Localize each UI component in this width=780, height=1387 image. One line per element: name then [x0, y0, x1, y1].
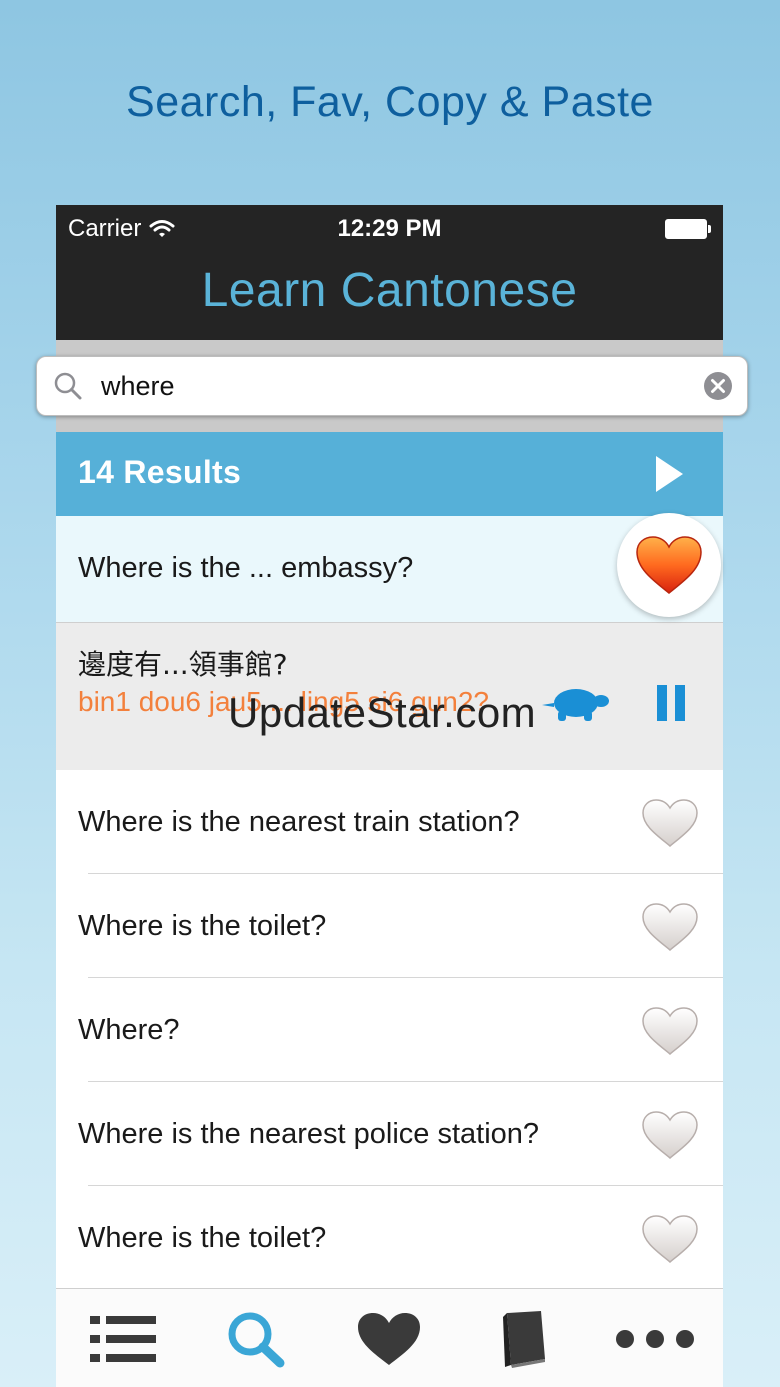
favorite-button[interactable]	[617, 513, 721, 617]
list-item[interactable]: Where is the nearest train station?	[56, 770, 723, 874]
tab-bar	[56, 1288, 723, 1387]
tab-more[interactable]	[588, 1289, 721, 1387]
play-all-button[interactable]	[656, 456, 683, 492]
list-item-text: Where is the ... embassy?	[78, 552, 414, 584]
watermark-text: UpdateStar.com	[228, 689, 537, 736]
heart-outline-icon[interactable]	[640, 797, 700, 849]
magnifier-icon	[54, 372, 82, 400]
results-bar: 14 Results	[56, 432, 723, 516]
list-icon	[89, 1315, 156, 1362]
list-item-detail[interactable]: 邊度有...領事館? bin1 dou6 jau5 ... ling5 si6 …	[56, 622, 723, 772]
results-count: 14 Results	[78, 454, 242, 490]
clear-search-icon[interactable]	[703, 371, 733, 401]
battery-icon	[665, 219, 711, 239]
pause-icon[interactable]	[657, 685, 687, 721]
tab-favorites[interactable]	[322, 1289, 455, 1387]
list-item-text: Where is the nearest police station?	[78, 1118, 540, 1150]
navigation-bar: Carrier 12:29 PM Learn Cantonese	[56, 205, 723, 340]
tab-search[interactable]	[189, 1289, 322, 1387]
search-bar	[36, 356, 748, 416]
heart-outline-icon[interactable]	[640, 901, 700, 953]
heart-outline-icon[interactable]	[640, 1109, 700, 1161]
list-item-text: Where is the toilet?	[78, 910, 327, 942]
book-icon	[502, 1310, 545, 1368]
headline: Search, Fav, Copy & Paste	[126, 78, 654, 126]
app-title: Learn Cantonese	[201, 264, 578, 317]
chinese-text: 邊度有...領事館?	[78, 648, 288, 681]
list-item[interactable]: Where is the toilet?	[56, 1186, 723, 1288]
status-time: 12:29 PM	[337, 215, 442, 242]
turtle-icon[interactable]	[538, 681, 614, 725]
heart-outline-icon[interactable]	[640, 1005, 700, 1057]
list-item-text: Where?	[78, 1014, 180, 1046]
list-item[interactable]: Where is the nearest police station?	[56, 1082, 723, 1186]
list-item[interactable]: Where?	[56, 978, 723, 1082]
heart-filled-icon	[636, 536, 702, 594]
tab-list[interactable]	[56, 1289, 189, 1387]
heart-outline-icon[interactable]	[640, 1213, 700, 1265]
list-item[interactable]: Where is the toilet?	[56, 874, 723, 978]
list-item-text: Where is the toilet?	[78, 1222, 327, 1254]
search-input[interactable]	[99, 365, 683, 407]
list-item-text: Where is the nearest train station?	[78, 806, 520, 838]
tab-book[interactable]	[455, 1289, 588, 1387]
heart-icon	[357, 1312, 420, 1365]
more-icon	[615, 1329, 694, 1348]
search-icon	[228, 1312, 284, 1367]
